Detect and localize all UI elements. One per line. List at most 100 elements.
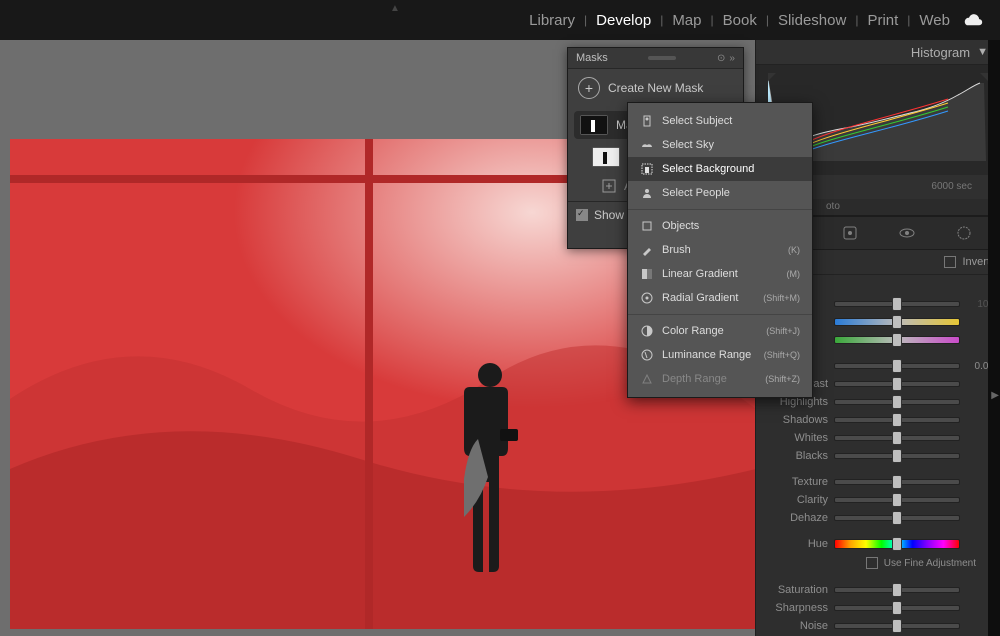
drag-grip-icon[interactable] bbox=[648, 56, 676, 60]
slider-knob[interactable] bbox=[892, 511, 902, 525]
slider-knob[interactable] bbox=[892, 377, 902, 391]
slider-shadows[interactable]: Shadows0 bbox=[760, 411, 994, 429]
mask-thumb-icon bbox=[592, 147, 620, 167]
slider-knob[interactable] bbox=[892, 315, 902, 329]
collapse-triangle-icon[interactable]: ▼ bbox=[977, 46, 988, 58]
slider-label: Saturation bbox=[760, 584, 828, 596]
show-overlay-checkbox[interactable] bbox=[576, 209, 588, 221]
module-develop[interactable]: Develop bbox=[596, 8, 651, 33]
slider-track[interactable] bbox=[834, 363, 960, 369]
module-map[interactable]: Map bbox=[672, 8, 701, 33]
module-separator: | bbox=[757, 13, 778, 27]
slider-knob[interactable] bbox=[892, 449, 902, 463]
slider-whites[interactable]: Whites0 bbox=[760, 429, 994, 447]
color-icon bbox=[640, 324, 654, 338]
cloud-sync-icon[interactable] bbox=[962, 13, 984, 27]
use-fine-adjust-row[interactable]: Use Fine Adjustment bbox=[760, 553, 994, 573]
menu-shortcut: (K) bbox=[788, 245, 800, 255]
invert-checkbox[interactable] bbox=[944, 256, 956, 268]
menu-brush[interactable]: Brush(K) bbox=[628, 238, 812, 262]
menu-linear-gradient[interactable]: Linear Gradient(M) bbox=[628, 262, 812, 286]
module-separator: | bbox=[702, 13, 723, 27]
slider-texture[interactable]: Texture0 bbox=[760, 473, 994, 491]
chevron-right-icon: ▶ bbox=[991, 390, 999, 401]
menu-shortcut: (Shift+Z) bbox=[765, 374, 800, 384]
slider-hue[interactable]: Hue0 bbox=[760, 535, 994, 553]
photo-subject-silhouette bbox=[460, 359, 520, 619]
slider-label: Hue bbox=[760, 538, 828, 550]
slider-label: Whites bbox=[760, 432, 828, 444]
module-book[interactable]: Book bbox=[723, 8, 757, 33]
slider-knob[interactable] bbox=[892, 413, 902, 427]
slider-blacks[interactable]: Blacks0 bbox=[760, 447, 994, 465]
menu-depth-range: Depth Range(Shift+Z) bbox=[628, 367, 812, 391]
slider-track[interactable] bbox=[834, 539, 960, 549]
slider-dehaze[interactable]: Dehaze0 bbox=[760, 509, 994, 527]
slider-track[interactable] bbox=[834, 381, 960, 387]
slider-noise[interactable]: Noise0 bbox=[760, 617, 994, 635]
panel-toggle-caret[interactable]: ▲ bbox=[390, 3, 400, 14]
menu-select-background[interactable]: Select Background bbox=[628, 157, 812, 181]
menu-item-label: Select Sky bbox=[662, 139, 714, 151]
slider-track[interactable] bbox=[834, 318, 960, 326]
slider-track[interactable] bbox=[834, 515, 960, 521]
masks-title: Masks bbox=[576, 52, 608, 64]
heal-icon[interactable] bbox=[841, 224, 859, 242]
masks-collapse-icon[interactable]: » bbox=[729, 53, 735, 64]
slider-track[interactable] bbox=[834, 399, 960, 405]
menu-shortcut: (Shift+J) bbox=[766, 326, 800, 336]
slider-knob[interactable] bbox=[892, 395, 902, 409]
masks-opts-icon[interactable]: ⊙ bbox=[717, 53, 725, 64]
menu-select-people[interactable]: Select People bbox=[628, 181, 812, 205]
fine-adjust-checkbox[interactable] bbox=[866, 557, 878, 569]
slider-track[interactable] bbox=[834, 417, 960, 423]
slider-label: Sharpness bbox=[760, 602, 828, 614]
redeye-icon[interactable] bbox=[898, 224, 916, 242]
create-new-mask-label: Create New Mask bbox=[608, 81, 703, 95]
menu-shortcut: (Shift+Q) bbox=[764, 350, 800, 360]
slider-label: Texture bbox=[760, 476, 828, 488]
menu-shortcut: (Shift+M) bbox=[763, 293, 800, 303]
module-web[interactable]: Web bbox=[919, 8, 950, 33]
slider-knob[interactable] bbox=[892, 601, 902, 615]
slider-track[interactable] bbox=[834, 336, 960, 344]
module-separator: | bbox=[898, 13, 919, 27]
slider-track[interactable] bbox=[834, 453, 960, 459]
slider-knob[interactable] bbox=[892, 431, 902, 445]
menu-color-range[interactable]: Color Range(Shift+J) bbox=[628, 319, 812, 343]
slider-track[interactable] bbox=[834, 435, 960, 441]
module-library[interactable]: Library bbox=[529, 8, 575, 33]
module-print[interactable]: Print bbox=[867, 8, 898, 33]
slider-track[interactable] bbox=[834, 479, 960, 485]
menu-select-subject[interactable]: Select Subject bbox=[628, 109, 812, 133]
module-separator: | bbox=[846, 13, 867, 27]
menu-radial-gradient[interactable]: Radial Gradient(Shift+M) bbox=[628, 286, 812, 310]
slider-track[interactable] bbox=[834, 497, 960, 503]
slider-sharpness[interactable]: Sharpness0 bbox=[760, 599, 994, 617]
slider-track[interactable] bbox=[834, 605, 960, 611]
slider-knob[interactable] bbox=[892, 333, 902, 347]
slider-track[interactable] bbox=[834, 623, 960, 629]
histogram-header[interactable]: Histogram ▼ bbox=[756, 40, 1000, 65]
slider-clarity[interactable]: Clarity0 bbox=[760, 491, 994, 509]
menu-objects[interactable]: Objects bbox=[628, 214, 812, 238]
menu-luminance-range[interactable]: Luminance Range(Shift+Q) bbox=[628, 343, 812, 367]
module-separator: | bbox=[575, 13, 596, 27]
slider-knob[interactable] bbox=[892, 493, 902, 507]
masks-panel-header[interactable]: Masks ⊙ » bbox=[568, 48, 743, 69]
menu-select-sky[interactable]: Select Sky bbox=[628, 133, 812, 157]
module-slideshow[interactable]: Slideshow bbox=[778, 8, 846, 33]
right-edge-collapse[interactable]: ▶ bbox=[988, 40, 1000, 636]
slider-knob[interactable] bbox=[892, 475, 902, 489]
slider-saturation[interactable]: Saturation0 bbox=[760, 581, 994, 599]
slider-knob[interactable] bbox=[892, 537, 902, 551]
slider-knob[interactable] bbox=[892, 619, 902, 633]
masking-icon[interactable] bbox=[955, 224, 973, 242]
slider-track[interactable] bbox=[834, 587, 960, 593]
fine-adjust-label: Use Fine Adjustment bbox=[884, 558, 976, 569]
slider-track[interactable] bbox=[834, 301, 960, 307]
slider-label: Clarity bbox=[760, 494, 828, 506]
slider-knob[interactable] bbox=[892, 359, 902, 373]
slider-knob[interactable] bbox=[892, 583, 902, 597]
slider-knob[interactable] bbox=[892, 297, 902, 311]
